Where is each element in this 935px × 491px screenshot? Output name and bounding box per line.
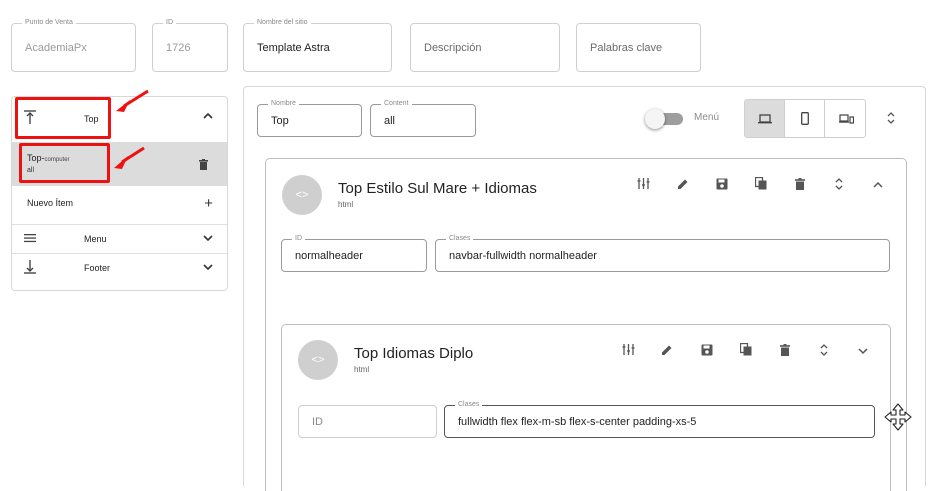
nombre-sitio-field[interactable]: Nombre del sitio Template Astra: [243, 18, 392, 72]
device-computer-button[interactable]: [745, 100, 785, 137]
nested-block-clases-value: fullwidth flex flex-m-sb flex-s-center p…: [458, 415, 697, 428]
laptop-icon: [757, 114, 772, 124]
block-clases-label: Clases: [446, 234, 474, 244]
annotation-arrows: [114, 89, 149, 169]
content-label: Content: [381, 99, 412, 109]
nested-block-type: html: [354, 365, 370, 374]
device-selector: [744, 99, 866, 138]
unfold-icon[interactable]: [830, 177, 848, 195]
chevron-down-icon[interactable]: [203, 232, 213, 246]
id-label: ID: [163, 18, 176, 28]
descripcion-placeholder: Descripción: [424, 41, 482, 54]
palabras-clave-field[interactable]: Palabras clave: [576, 23, 701, 72]
save-icon[interactable]: [698, 343, 716, 361]
tune-icon[interactable]: [619, 343, 637, 361]
nombre-field[interactable]: Nombre Top: [257, 99, 362, 137]
block-title: Top Estilo Sul Mare + Idiomas: [338, 180, 537, 197]
block-id-field[interactable]: ID normalheader: [281, 234, 427, 272]
block-id-value: normalheader: [295, 249, 363, 262]
save-icon[interactable]: [713, 177, 731, 195]
nuevo-item-button[interactable]: Nuevo Ítem +: [12, 186, 227, 220]
phone-icon: [800, 112, 809, 126]
nombre-sitio-value: Template Astra: [257, 41, 330, 54]
device-phone-button[interactable]: [785, 100, 825, 137]
sidebar-section-menu-label: Menu: [84, 234, 107, 244]
nested-block-clases-field[interactable]: Clases fullwidth flex flex-m-sb flex-s-c…: [444, 400, 875, 438]
code-avatar-icon: <>: [298, 340, 338, 380]
sidebar-section-footer[interactable]: Footer: [12, 254, 227, 284]
punto-de-venta-field[interactable]: Punto de Venta AcademiaPx: [11, 18, 136, 72]
descripcion-field[interactable]: Descripción: [410, 23, 560, 72]
menu-icon: [24, 231, 36, 246]
trash-icon[interactable]: [776, 343, 794, 361]
annotation-box: [19, 143, 110, 183]
chevron-up-icon[interactable]: [203, 110, 213, 124]
trash-icon[interactable]: [199, 157, 208, 175]
tune-icon[interactable]: [634, 177, 652, 195]
nombre-label: Nombre: [268, 99, 299, 109]
content-value: all: [384, 114, 396, 127]
annotation-box: [15, 97, 111, 139]
id-value: 1726: [166, 41, 191, 54]
nuevo-item-label: Nuevo Ítem: [27, 198, 74, 208]
unfold-icon[interactable]: [886, 111, 896, 130]
nested-block-id-field[interactable]: ID: [298, 405, 437, 438]
palabras-clave-placeholder: Palabras clave: [590, 41, 663, 54]
punto-de-venta-value: AcademiaPx: [25, 41, 87, 54]
chevron-down-icon[interactable]: [854, 343, 872, 361]
trash-icon[interactable]: [791, 177, 809, 195]
nested-block-title: Top Idiomas Diplo: [354, 345, 474, 362]
sidebar-section-footer-label: Footer: [84, 263, 111, 273]
block-clases-value: navbar-fullwidth normalheader: [449, 249, 597, 262]
chevron-down-icon[interactable]: [203, 261, 213, 275]
align-bottom-icon: [24, 260, 36, 277]
menu-toggle-knob[interactable]: [645, 109, 665, 129]
unfold-icon[interactable]: [815, 343, 833, 361]
id-field[interactable]: ID 1726: [152, 18, 228, 72]
nombre-value: Top: [271, 114, 289, 127]
punto-de-venta-label: Punto de Venta: [22, 18, 76, 28]
devices-icon: [838, 114, 854, 124]
copy-icon[interactable]: [752, 176, 770, 195]
copy-icon[interactable]: [737, 342, 755, 361]
block-id-label: ID: [292, 234, 305, 244]
edit-icon[interactable]: [674, 177, 692, 195]
edit-icon[interactable]: [658, 343, 676, 361]
block-clases-field[interactable]: Clases navbar-fullwidth normalheader: [435, 234, 890, 272]
move-cursor-icon: [884, 403, 912, 436]
device-multi-button[interactable]: [825, 100, 865, 137]
nested-block-id-placeholder: ID: [312, 415, 323, 428]
block-type: html: [338, 200, 354, 209]
code-avatar-icon: <>: [282, 175, 322, 215]
plus-icon: +: [204, 195, 213, 212]
sidebar-section-menu[interactable]: Menu: [12, 225, 227, 253]
nombre-sitio-label: Nombre del sitio: [254, 18, 311, 28]
chevron-up-icon[interactable]: [869, 177, 887, 195]
nested-block-clases-label: Clases: [455, 400, 483, 410]
menu-toggle-label: Menú: [694, 112, 720, 123]
content-field[interactable]: Content all: [370, 99, 476, 137]
